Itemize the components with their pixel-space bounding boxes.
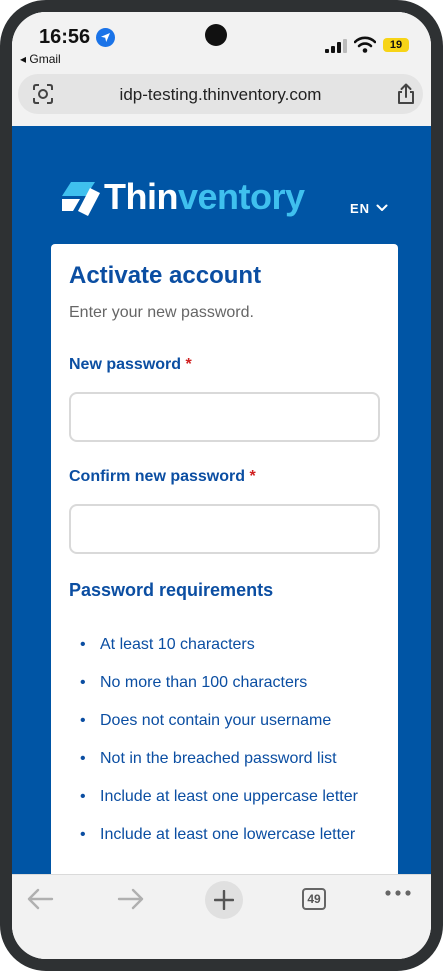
share-icon[interactable] <box>396 83 416 105</box>
status-bar: 16:56 ◂ Gmail 19 <box>12 12 431 76</box>
requirement-item: Include at least one uppercase letter <box>69 782 389 811</box>
chevron-down-icon[interactable] <box>376 204 388 212</box>
phone-frame: 16:56 ◂ Gmail 19 idp-testing.thinventory… <box>0 0 443 971</box>
activate-account-card: Activate account Enter your new password… <box>51 244 398 874</box>
front-camera <box>205 24 227 46</box>
required-marker: * <box>185 356 192 373</box>
logo-text: Thinventory <box>104 176 305 218</box>
language-selector[interactable]: EN <box>350 201 370 216</box>
wifi-icon <box>354 36 376 53</box>
page-title: Activate account <box>69 262 262 289</box>
forward-icon[interactable] <box>117 887 145 911</box>
plus-icon <box>214 890 234 910</box>
new-password-label-text: New password <box>69 356 182 373</box>
confirm-password-input[interactable] <box>69 504 380 554</box>
address-bar[interactable]: idp-testing.thinventory.com <box>18 74 423 114</box>
signal-icon <box>325 39 347 53</box>
battery-icon: 19 <box>383 38 409 52</box>
page-subtitle: Enter your new password. <box>69 304 254 321</box>
more-icon[interactable] <box>384 889 412 897</box>
confirm-password-label-text: Confirm new password <box>69 468 246 485</box>
logo-text-thin: Thin <box>104 176 178 217</box>
logo-text-ventory: ventory <box>177 176 305 217</box>
requirement-item: Not in the breached password list <box>69 744 389 773</box>
browser-toolbar: 49 <box>12 874 431 959</box>
new-password-input[interactable] <box>69 392 380 442</box>
logo-mark-icon <box>62 182 100 216</box>
location-arrow-icon <box>96 28 115 47</box>
requirement-item: Does not contain your username <box>69 706 389 735</box>
screen: 16:56 ◂ Gmail 19 idp-testing.thinventory… <box>12 12 431 959</box>
password-requirements-title: Password requirements <box>69 580 274 600</box>
status-time: 16:56 <box>39 26 91 48</box>
requirement-item: No more than 100 characters <box>69 668 389 697</box>
new-tab-button[interactable] <box>205 881 243 919</box>
confirm-password-label: Confirm new password * <box>69 468 256 486</box>
requirement-item: Include at least one lowercase letter <box>69 820 389 849</box>
url-text[interactable]: idp-testing.thinventory.com <box>18 85 423 105</box>
back-icon[interactable] <box>26 887 54 911</box>
required-marker: * <box>249 468 256 485</box>
tabs-icon[interactable]: 49 <box>302 888 326 910</box>
new-password-label: New password * <box>69 356 192 374</box>
web-page: Thinventory EN Activate account Enter yo… <box>12 126 431 874</box>
password-requirements-list: At least 10 characters No more than 100 … <box>69 630 389 858</box>
back-to-gmail-link[interactable]: ◂ Gmail <box>20 52 61 66</box>
requirement-item: At least 10 characters <box>69 630 389 659</box>
